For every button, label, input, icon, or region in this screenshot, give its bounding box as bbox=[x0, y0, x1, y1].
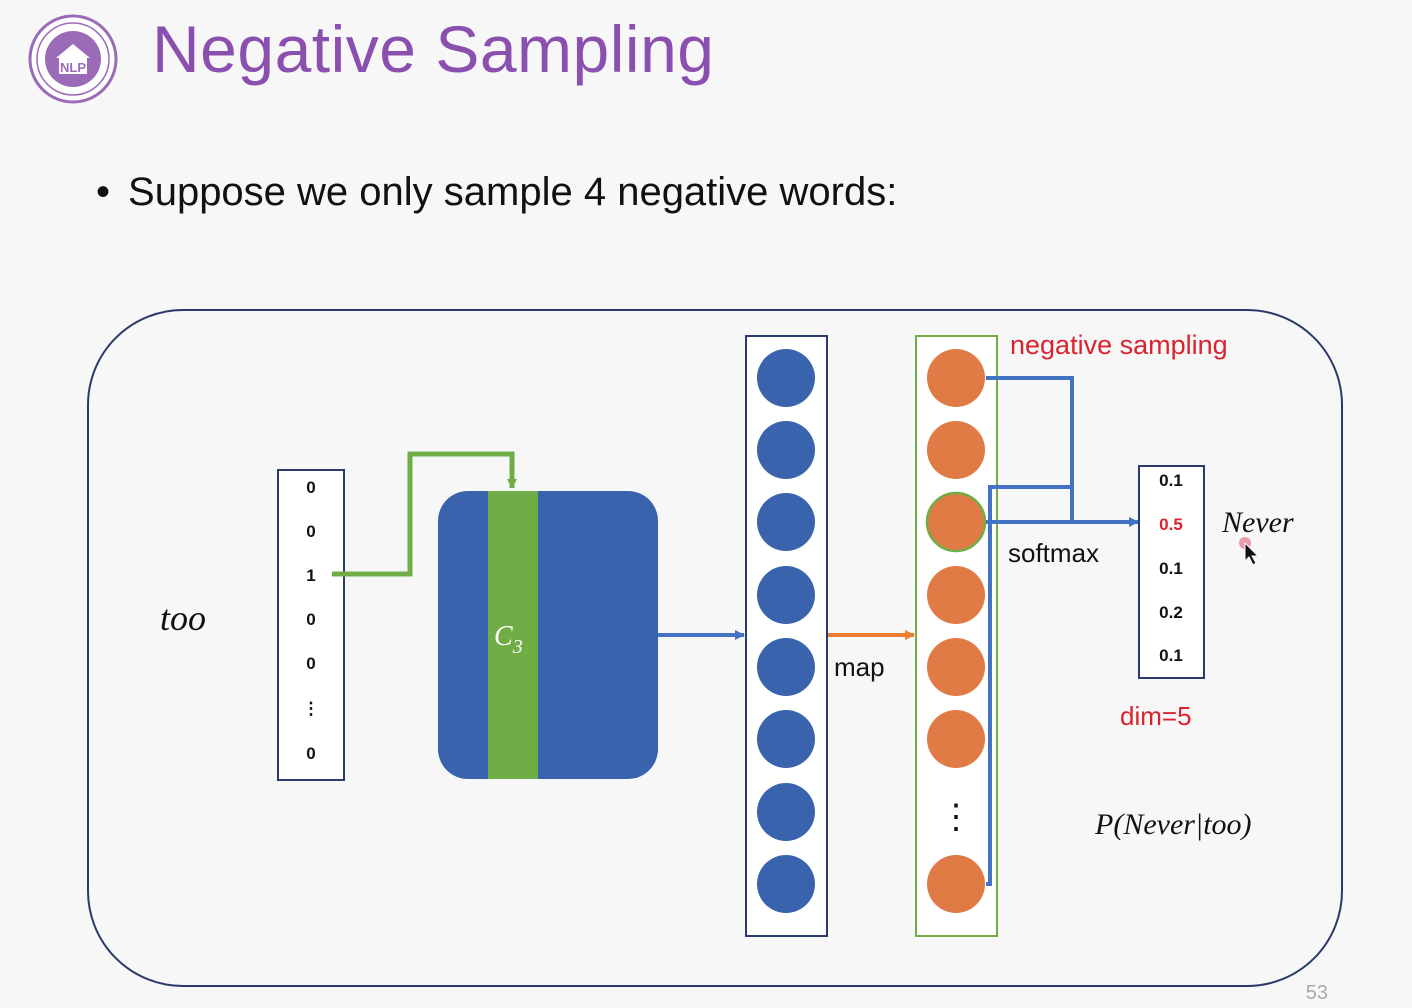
probability-label: P(Never|too) bbox=[1094, 808, 1252, 841]
hidden-node bbox=[757, 493, 815, 551]
output-value: 0.2 bbox=[1159, 603, 1183, 622]
page-number: 53 bbox=[1305, 982, 1328, 1004]
hidden-node bbox=[757, 421, 815, 479]
one-hot-value: 0 bbox=[306, 522, 315, 541]
sampled-node bbox=[927, 421, 985, 479]
sampled-node bbox=[927, 710, 985, 768]
hidden-node bbox=[757, 349, 815, 407]
softmax-connector-top bbox=[986, 376, 1074, 522]
hidden-node bbox=[757, 638, 815, 696]
slide: NLP Negative Sampling • Suppose we only s… bbox=[0, 0, 1412, 1008]
output-value: 0.1 bbox=[1159, 471, 1183, 490]
output-word: Never bbox=[1221, 506, 1294, 539]
hidden-node bbox=[757, 566, 815, 624]
negative-sampling-diagram: too 0 0 1 0 0 ⋮ 0 C3 map ⋮ negative samp… bbox=[87, 309, 1343, 987]
dim-label: dim=5 bbox=[1120, 701, 1192, 731]
softmax-label: softmax bbox=[1008, 538, 1099, 568]
mouse-cursor-icon bbox=[1239, 537, 1260, 566]
sampled-node bbox=[927, 566, 985, 624]
one-hot-value: 0 bbox=[306, 744, 315, 763]
output-value: 0.1 bbox=[1159, 646, 1183, 665]
one-hot-value: 0 bbox=[306, 610, 315, 629]
sampled-node bbox=[927, 638, 985, 696]
hidden-node bbox=[757, 855, 815, 913]
one-hot-value: 0 bbox=[306, 654, 315, 673]
sampled-node bbox=[927, 349, 985, 407]
sampling-ellipsis: ⋮ bbox=[939, 798, 973, 836]
sampled-node bbox=[927, 855, 985, 913]
embedding-matrix bbox=[438, 491, 658, 779]
input-word: too bbox=[160, 598, 206, 638]
one-hot-value: ⋮ bbox=[303, 699, 320, 718]
map-label: map bbox=[834, 652, 885, 682]
hidden-node bbox=[757, 710, 815, 768]
one-hot-value: 0 bbox=[306, 478, 315, 497]
sampled-node bbox=[925, 491, 987, 553]
hidden-node bbox=[757, 783, 815, 841]
output-value-highlighted: 0.5 bbox=[1159, 515, 1183, 534]
output-value: 0.1 bbox=[1159, 559, 1183, 578]
one-hot-value: 1 bbox=[306, 566, 315, 585]
negative-sampling-label: negative sampling bbox=[1010, 330, 1228, 360]
